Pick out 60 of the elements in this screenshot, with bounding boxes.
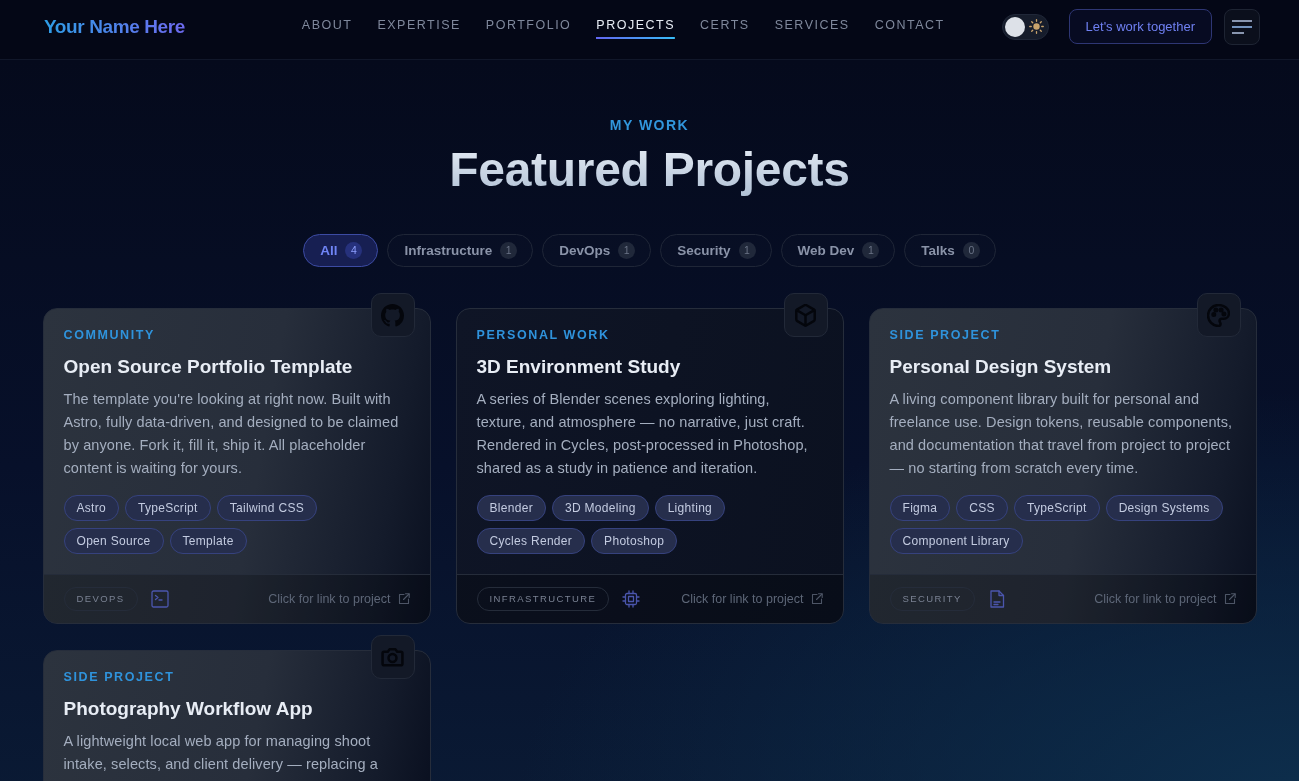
filter-tab[interactable]: Infrastructure 1 <box>387 234 534 267</box>
project-description: A series of Blender scenes exploring lighting, texture, and atmosphere — no narrative, just craft. Rendered in Cycles, post-processed in Photoshop, shared as a study in patience and iteration. <box>476 390 809 478</box>
filter-tab[interactable]: Web Dev 1 <box>780 234 896 267</box>
terminal-icon <box>150 590 169 608</box>
tech-tag: TypeScript <box>125 495 211 521</box>
tech-tag: Component Library <box>889 528 1023 554</box>
nav-link[interactable]: SERVICES <box>774 14 850 39</box>
project-title: 3D Environment Study <box>476 355 682 379</box>
tech-tag: Photoshop <box>591 528 678 554</box>
count-badge: 1 <box>738 242 756 259</box>
project-description: The template you're looking at right now. Built with Astro, fully data-driven, and designed to be claimed by anyone. Fork it, fill it, ship it. All placeholder content is waiting for yours. <box>63 390 400 478</box>
tech-tag: TypeScript <box>1013 495 1100 521</box>
nav-link[interactable]: EXPERTISE <box>377 14 461 39</box>
project-description: A living component library built for personal and freelance use. Design tokens, reusable components, and documentation that travel from project to project — no starting from scratch every time. <box>889 390 1234 478</box>
external-link-icon <box>397 593 410 605</box>
external-link-icon <box>1223 593 1236 605</box>
filter-tab[interactable]: Security 1 <box>660 234 772 267</box>
count-badge: 1 <box>618 242 636 259</box>
count-badge: 1 <box>862 242 880 259</box>
theme-toggle[interactable] <box>1001 13 1049 40</box>
project-title: Photography Workflow App <box>63 697 314 721</box>
project-link[interactable]: Click for link to project <box>1094 592 1236 606</box>
external-link-icon <box>810 593 823 605</box>
tech-tag: Blender <box>476 495 546 521</box>
project-link[interactable]: Click for link to project <box>681 592 823 606</box>
menu-icon <box>1232 19 1252 34</box>
tech-tag: Open Source <box>63 528 164 554</box>
nav-link[interactable]: PORTFOLIO <box>485 14 572 39</box>
project-category: COMMUNITY <box>63 327 156 343</box>
filter-tab[interactable]: Talks 0 <box>904 234 996 267</box>
count-badge: 0 <box>962 242 980 259</box>
project-link[interactable]: Click for link to project <box>268 592 410 606</box>
count-badge: 4 <box>345 242 363 259</box>
filter-tab[interactable]: All 4 <box>303 234 379 267</box>
filter-tab[interactable]: DevOps 1 <box>542 234 652 267</box>
tech-tag: Template <box>169 528 247 554</box>
tech-tag: Astro <box>63 495 119 521</box>
project-description: A lightweight local web app for managing shoot intake, selects, and client delivery — replacing a <box>63 732 379 774</box>
tech-tag: CSS <box>956 495 1008 521</box>
tech-tag: 3D Modeling <box>551 495 649 521</box>
sun-icon <box>1028 19 1044 34</box>
nav-link[interactable]: CERTS <box>700 14 750 39</box>
chip-icon <box>622 590 641 608</box>
tech-tag: Figma <box>889 495 951 521</box>
tech-tag: Cycles Render <box>476 528 586 554</box>
project-category: SIDE PROJECT <box>889 327 1002 343</box>
nav-link[interactable]: ABOUT <box>301 14 353 39</box>
project-title: Open Source Portfolio Template <box>63 355 354 379</box>
cta-button[interactable]: Let's work together <box>1068 9 1212 44</box>
nav-link[interactable]: CONTACT <box>874 14 945 39</box>
count-badge: 1 <box>500 242 518 259</box>
project-title: Personal Design System <box>889 355 1113 379</box>
project-category: SIDE PROJECT <box>63 669 176 685</box>
tech-tag: Lighting <box>654 495 726 521</box>
tech-tag: Tailwind CSS <box>216 495 317 521</box>
menu-button[interactable] <box>1224 8 1260 45</box>
section-eyebrow: MY WORK <box>609 117 690 133</box>
project-category: PERSONAL WORK <box>476 327 611 343</box>
document-icon <box>987 590 1006 608</box>
tech-tag: Design Systems <box>1105 495 1223 521</box>
